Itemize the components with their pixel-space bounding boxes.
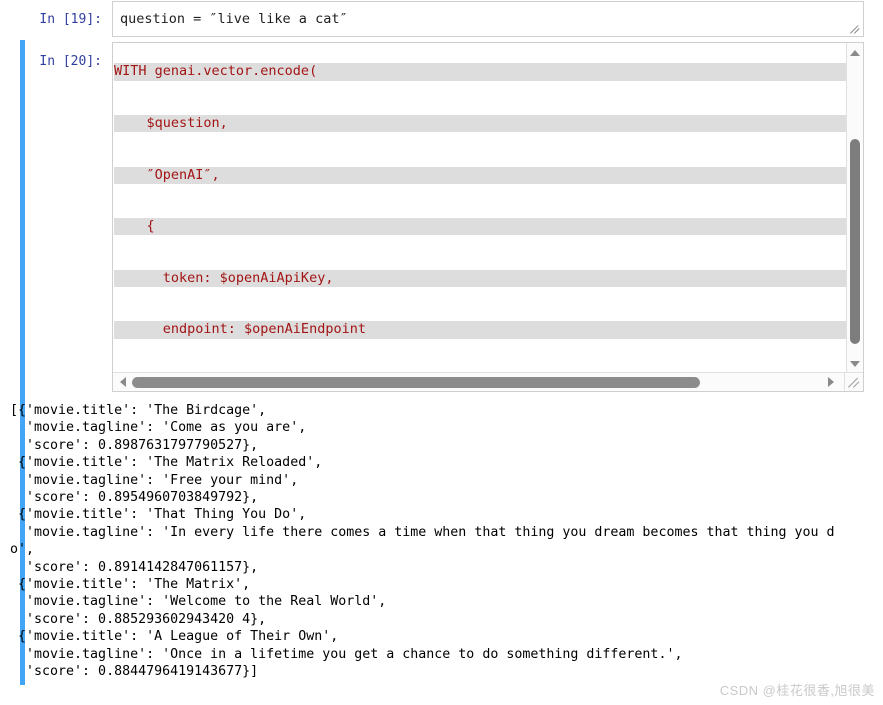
code-line: $question, [114,115,847,133]
code-line: WITH genai.vector.encode( [114,63,847,81]
code-line: ″OpenAI″, [114,166,847,184]
cell-prompt-19: In [19]: [39,12,102,27]
output-line: 'movie.tagline': 'Welcome to the Real Wo… [10,594,387,610]
output-line: {'movie.title': 'The Matrix', [10,577,251,593]
notebook-cell-19[interactable]: In [19]: question = ″live like a cat″ [0,0,883,38]
output-line: {'movie.title': 'The Matrix Reloaded', [10,455,323,471]
output-line: [{'movie.title': 'The Birdcage', [10,403,267,418]
resize-handle-icon[interactable] [849,22,862,35]
scroll-right-arrow-icon[interactable] [823,373,839,391]
code-input-20[interactable]: WITH genai.vector.encode( $question, ″Op… [112,42,864,392]
scroll-left-arrow-icon[interactable] [115,373,131,391]
code-line: token: $openAiApiKey, [114,269,847,288]
output-line: 'movie.tagline': 'Free your mind', [10,472,299,488]
output-line: 'movie.tagline': 'Once in a lifetime you… [10,646,683,662]
output-line: 'movie.tagline': 'In every life there co… [10,524,835,540]
resize-handle-icon[interactable] [844,372,863,391]
code-text-20: WITH genai.vector.encode( $question, ″Op… [114,43,847,374]
code-line: { [114,218,847,236]
output-line: 'score': 0.8987631797790527}, [10,437,259,453]
output-line: {'movie.title': 'A League of Their Own', [10,629,339,645]
code-input-19[interactable]: question = ″live like a cat″ [112,1,864,37]
horizontal-scroll-thumb[interactable] [132,377,700,388]
scroll-down-arrow-icon[interactable] [847,356,863,372]
output-line: 'score': 0.885293602943420 4}, [10,611,267,627]
scroll-up-arrow-icon[interactable] [847,45,863,61]
notebook-cell-20[interactable]: In [20]: WITH genai.vector.encode( $ques… [0,40,883,395]
csdn-watermark: CSDN @桂花很香,旭很美 [719,683,875,698]
code-text-19: question = ″live like a cat″ [120,11,348,27]
output-line: {'movie.title': 'That Thing You Do', [10,507,307,523]
code-scroll-viewport[interactable]: WITH genai.vector.encode( $question, ″Op… [114,43,847,374]
output-line: 'movie.tagline': 'Come as you are', [10,420,307,436]
cell-prompt-20: In [20]: [39,54,102,69]
output-line: 'score': 0.8914142847061157}, [10,559,259,575]
output-line: 'score': 0.8954960703849792}, [10,490,259,506]
output-line: o', [10,542,35,558]
cell-selection-bar [20,40,25,395]
notebook-page: In [19]: question = ″live like a cat″ In… [0,0,883,705]
code-line: endpoint: $openAiEndpoint [114,321,847,339]
code-horizontal-scrollbar[interactable] [113,372,863,391]
cell-output-area: [{'movie.title': 'The Birdcage', 'movie.… [0,395,883,705]
output-text: [{'movie.title': 'The Birdcage', 'movie.… [10,402,835,681]
output-line: 'score': 0.8844796419143677}] [10,664,259,680]
vertical-scroll-thumb[interactable] [850,139,860,344]
code-vertical-scrollbar[interactable] [846,43,863,374]
